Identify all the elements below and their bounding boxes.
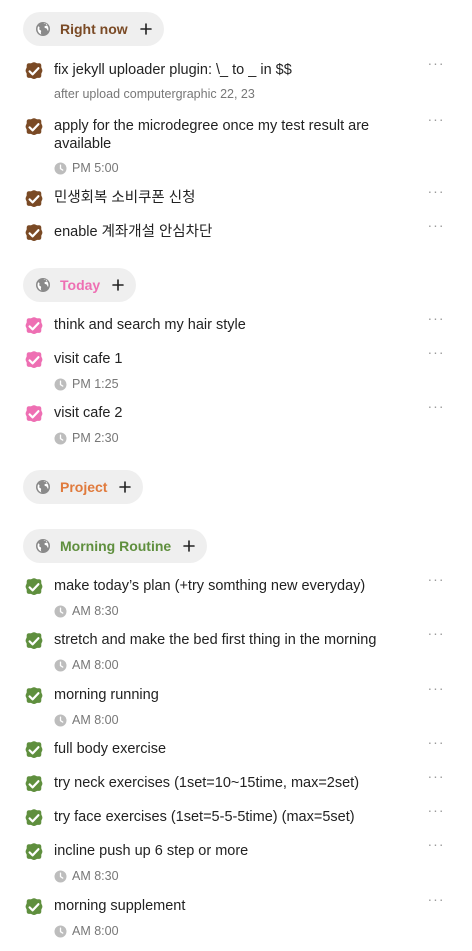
category-title: Today <box>60 277 101 293</box>
todo-title[interactable]: morning running <box>54 686 414 704</box>
todo-time: AM 8:00 <box>54 712 119 728</box>
todo-time-label: AM 8:00 <box>72 924 119 938</box>
todo-title[interactable]: apply for the microdegree once my test r… <box>54 117 414 153</box>
todo-time-label: AM 8:00 <box>72 713 119 727</box>
todo-title[interactable]: try face exercises (1set=5-5-5time) (max… <box>54 808 414 826</box>
todo-title[interactable]: stretch and make the bed first thing in … <box>54 631 414 649</box>
plus-icon <box>112 279 125 291</box>
todo-time: AM 8:30 <box>54 868 119 884</box>
plus-icon <box>119 481 132 493</box>
todo-time-label: PM 2:30 <box>72 431 119 445</box>
clock-icon <box>54 870 67 882</box>
more-horizontal-icon[interactable]: ··· <box>426 112 446 126</box>
todo-time: AM 8:00 <box>54 923 119 939</box>
todo-title[interactable]: enable 계좌개설 안심차단 <box>54 223 414 241</box>
more-horizontal-icon[interactable]: ··· <box>426 56 446 70</box>
todo-app: Right now fix jekyll uploader plugin: \_… <box>0 0 472 951</box>
todo-title[interactable]: make today’s plan (+try somthing new eve… <box>54 577 414 595</box>
clock-icon <box>54 432 67 444</box>
globe-icon <box>36 539 50 553</box>
add-todo-button[interactable] <box>117 479 133 495</box>
todo-title[interactable]: morning supplement <box>54 897 414 915</box>
todo-time: PM 2:30 <box>54 430 119 446</box>
todo-time: AM 8:30 <box>54 603 119 619</box>
category-header-right-now[interactable]: Right now <box>23 12 164 46</box>
clock-icon <box>54 605 67 617</box>
checkbox-checked-icon[interactable] <box>23 403 45 425</box>
todo-title[interactable]: think and search my hair style <box>54 316 414 334</box>
plus-icon <box>183 540 196 552</box>
globe-icon <box>36 480 50 494</box>
todo-title[interactable]: fix jekyll uploader plugin: \_ to _ in $… <box>54 61 414 79</box>
todo-time-label: PM 5:00 <box>72 161 119 175</box>
checkbox-checked-icon[interactable] <box>23 896 45 918</box>
todo-title[interactable]: visit cafe 2 <box>54 404 414 422</box>
category-title: Morning Routine <box>60 538 172 554</box>
more-horizontal-icon[interactable]: ··· <box>426 572 446 586</box>
checkbox-checked-icon[interactable] <box>23 685 45 707</box>
checkbox-checked-icon[interactable] <box>23 222 45 244</box>
more-horizontal-icon[interactable]: ··· <box>426 218 446 232</box>
checkbox-checked-icon[interactable] <box>23 630 45 652</box>
todo-time-label: PM 1:25 <box>72 377 119 391</box>
globe-icon <box>36 278 50 292</box>
more-horizontal-icon[interactable]: ··· <box>426 311 446 325</box>
checkbox-checked-icon[interactable] <box>23 315 45 337</box>
checkbox-checked-icon[interactable] <box>23 188 45 210</box>
more-horizontal-icon[interactable]: ··· <box>426 345 446 359</box>
todo-title[interactable]: visit cafe 1 <box>54 350 414 368</box>
more-horizontal-icon[interactable]: ··· <box>426 681 446 695</box>
checkbox-checked-icon[interactable] <box>23 807 45 829</box>
todo-title[interactable]: full body exercise <box>54 740 414 758</box>
more-horizontal-icon[interactable]: ··· <box>426 837 446 851</box>
checkbox-checked-icon[interactable] <box>23 60 45 82</box>
category-header-project[interactable]: Project <box>23 470 144 504</box>
category-title: Right now <box>60 21 128 37</box>
more-horizontal-icon[interactable]: ··· <box>426 735 446 749</box>
globe-icon <box>36 22 50 36</box>
add-todo-button[interactable] <box>181 538 197 554</box>
more-horizontal-icon[interactable]: ··· <box>426 184 446 198</box>
todo-time-label: AM 8:30 <box>72 869 119 883</box>
todo-title[interactable]: 민생회복 소비쿠폰 신청 <box>54 189 414 207</box>
todo-note: after upload computergraphic 22, 23 <box>54 87 255 101</box>
clock-icon <box>54 925 67 937</box>
plus-icon <box>139 23 152 35</box>
add-todo-button[interactable] <box>110 277 126 293</box>
todo-title[interactable]: incline push up 6 step or more <box>54 842 414 860</box>
checkbox-checked-icon[interactable] <box>23 841 45 863</box>
checkbox-checked-icon[interactable] <box>23 773 45 795</box>
more-horizontal-icon[interactable]: ··· <box>426 626 446 640</box>
clock-icon <box>54 162 67 174</box>
add-todo-button[interactable] <box>138 21 154 37</box>
category-header-today[interactable]: Today <box>23 268 137 302</box>
todo-time: AM 8:00 <box>54 657 119 673</box>
checkbox-checked-icon[interactable] <box>23 349 45 371</box>
todo-time-label: AM 8:00 <box>72 658 119 672</box>
todo-time: PM 5:00 <box>54 160 119 176</box>
todo-time: PM 1:25 <box>54 376 119 392</box>
clock-icon <box>54 378 67 390</box>
category-title: Project <box>60 479 108 495</box>
more-horizontal-icon[interactable]: ··· <box>426 769 446 783</box>
todo-title[interactable]: try neck exercises (1set=10~15time, max=… <box>54 774 414 792</box>
category-header-morning-routine[interactable]: Morning Routine <box>23 529 208 563</box>
more-horizontal-icon[interactable]: ··· <box>426 399 446 413</box>
todo-time-label: AM 8:30 <box>72 604 119 618</box>
more-horizontal-icon[interactable]: ··· <box>426 803 446 817</box>
checkbox-checked-icon[interactable] <box>23 116 45 138</box>
checkbox-checked-icon[interactable] <box>23 576 45 598</box>
checkbox-checked-icon[interactable] <box>23 739 45 761</box>
clock-icon <box>54 714 67 726</box>
more-horizontal-icon[interactable]: ··· <box>426 892 446 906</box>
clock-icon <box>54 659 67 671</box>
